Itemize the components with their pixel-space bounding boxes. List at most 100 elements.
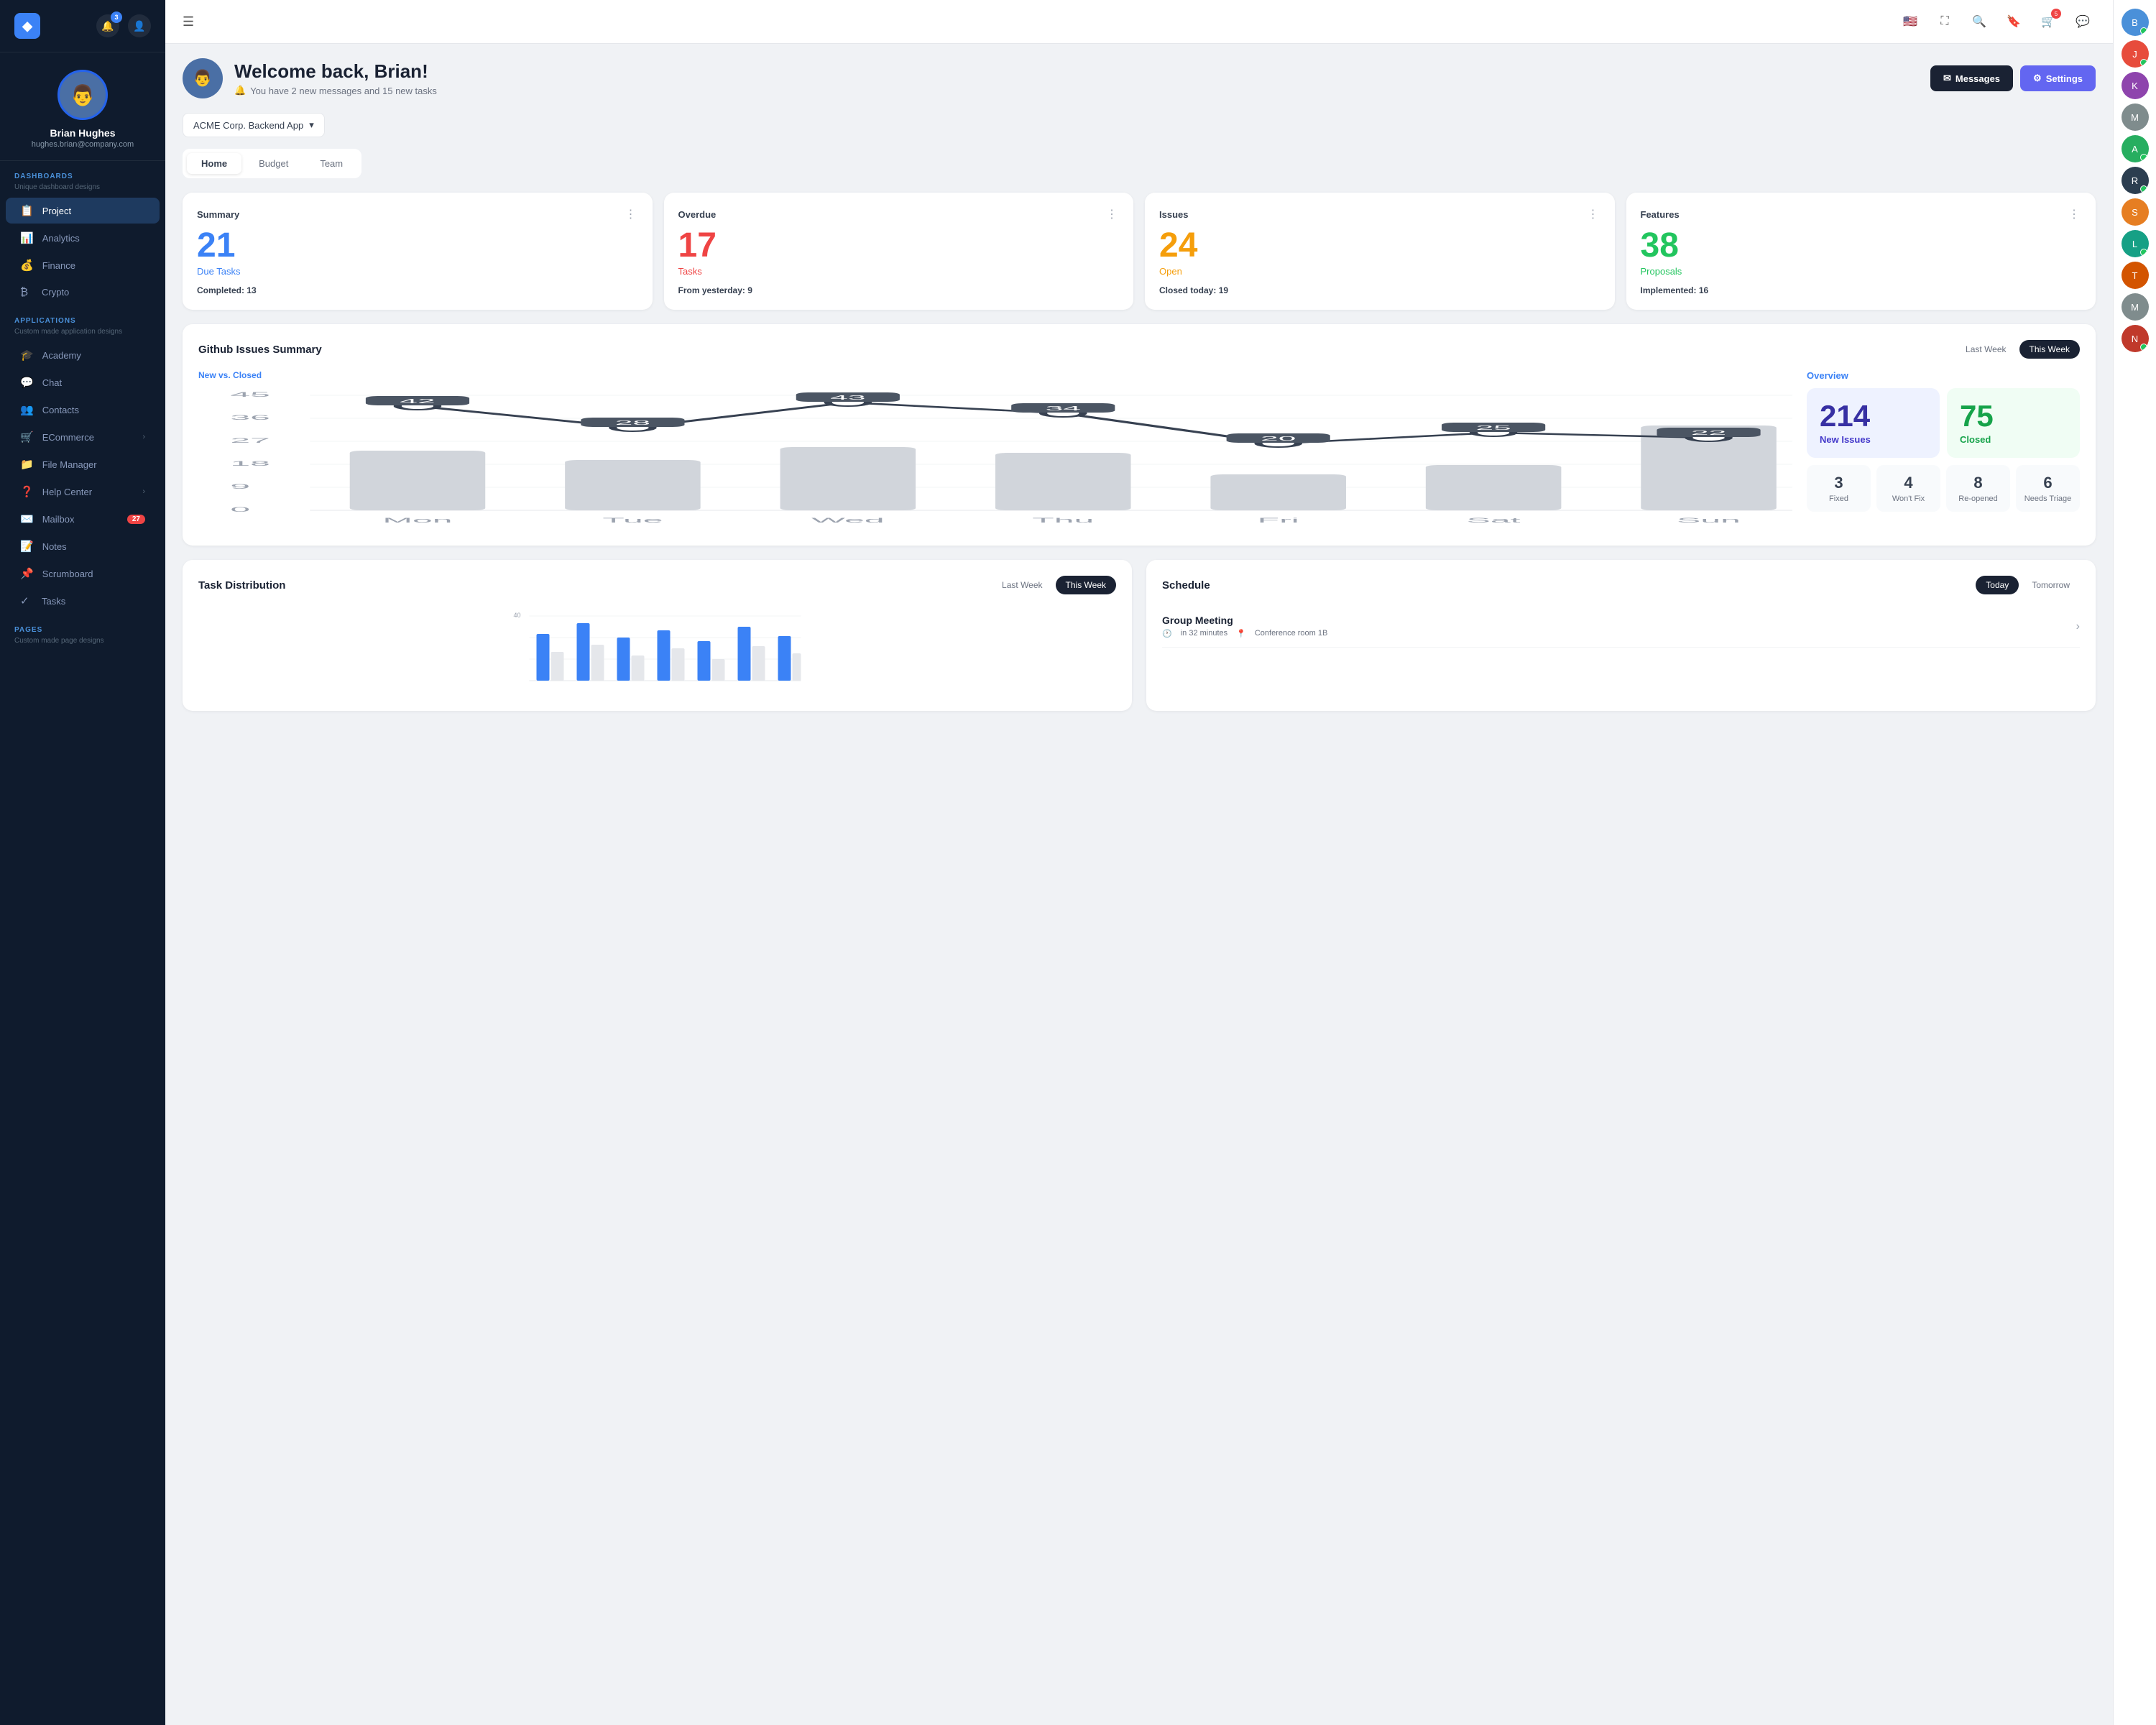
- sidebar: ◆ 🔔 3 👤 👨 Brian Hughes hughes.brian@comp…: [0, 0, 165, 1725]
- sidebar-item-help-center[interactable]: ❓ Help Center ›: [6, 479, 160, 505]
- pages-section-label: PAGES: [0, 615, 165, 637]
- github-week-toggle: Last Week This Week: [1955, 340, 2080, 359]
- stats-grid: Summary ⋮ 21 Due Tasks Completed: 13 Ove…: [183, 193, 2096, 310]
- task-this-week-btn[interactable]: This Week: [1056, 576, 1116, 594]
- stat-card-header: Overdue ⋮: [678, 207, 1120, 221]
- bookmark-icon[interactable]: 🔖: [2001, 9, 2027, 34]
- schedule-item: Group Meeting 🕐 in 32 minutes 📍 Conferen…: [1162, 606, 2080, 648]
- stat-number-summary: 21: [197, 229, 638, 263]
- chat-topbar-icon[interactable]: 💬: [2070, 9, 2096, 34]
- reopened-number: 8: [1952, 474, 2004, 492]
- sidebar-item-tasks[interactable]: ✓ Tasks: [6, 588, 160, 614]
- stat-menu-summary[interactable]: ⋮: [625, 207, 638, 221]
- notifications-badge: 3: [111, 12, 122, 23]
- task-last-week-btn[interactable]: Last Week: [992, 576, 1052, 594]
- sidebar-item-notes[interactable]: 📝 Notes: [6, 533, 160, 559]
- user-avatar: 👨: [57, 70, 108, 120]
- schedule-arrow-icon[interactable]: ›: [2076, 620, 2080, 633]
- app-logo[interactable]: ◆: [14, 13, 40, 39]
- reopened-label: Re-opened: [1952, 494, 2004, 503]
- sidebar-item-label: ECommerce: [42, 432, 94, 443]
- schedule-location: Conference room 1B: [1255, 629, 1328, 638]
- schedule-header: Schedule Today Tomorrow: [1162, 576, 2080, 594]
- right-avatar-7[interactable]: L: [2122, 230, 2149, 257]
- tab-team[interactable]: Team: [305, 153, 357, 174]
- stat-menu-features[interactable]: ⋮: [2068, 207, 2081, 221]
- right-avatar-2[interactable]: K: [2122, 72, 2149, 99]
- needs-triage-number: 6: [2022, 474, 2074, 492]
- github-last-week-btn[interactable]: Last Week: [1955, 340, 2016, 359]
- reopened-card: 8 Re-opened: [1946, 465, 2010, 512]
- main-wrapper: ☰ 🇺🇸 ⛶ 🔍 🔖 🛒 5 💬 👨 Welcome back, Brian! …: [165, 0, 2113, 1725]
- tab-home[interactable]: Home: [187, 153, 241, 174]
- sidebar-item-academy[interactable]: 🎓 Academy: [6, 342, 160, 368]
- hamburger-button[interactable]: ☰: [183, 14, 194, 29]
- stat-menu-issues[interactable]: ⋮: [1588, 207, 1600, 221]
- new-issues-number: 214: [1820, 401, 1870, 431]
- applications-section-label: APPLICATIONS: [0, 305, 165, 328]
- search-icon[interactable]: 🔍: [1966, 9, 1992, 34]
- needs-triage-label: Needs Triage: [2022, 494, 2074, 503]
- schedule-tomorrow-btn[interactable]: Tomorrow: [2022, 576, 2080, 594]
- task-bar-chart: 40: [198, 609, 1116, 695]
- sidebar-item-analytics[interactable]: 📊 Analytics: [6, 225, 160, 251]
- topbar: ☰ 🇺🇸 ⛶ 🔍 🔖 🛒 5 💬: [165, 0, 2113, 44]
- right-avatar-0[interactable]: B: [2122, 9, 2149, 36]
- sidebar-item-label: Analytics: [42, 233, 80, 244]
- right-avatar-8[interactable]: T: [2122, 262, 2149, 289]
- sidebar-item-label: Chat: [42, 377, 62, 388]
- sidebar-item-ecommerce[interactable]: 🛒 ECommerce ›: [6, 424, 160, 450]
- schedule-time: in 32 minutes: [1181, 629, 1227, 638]
- right-avatar-5[interactable]: R: [2122, 167, 2149, 194]
- sidebar-item-chat[interactable]: 💬 Chat: [6, 369, 160, 395]
- schedule-today-btn[interactable]: Today: [1976, 576, 2019, 594]
- right-avatar-6[interactable]: S: [2122, 198, 2149, 226]
- stat-footer-features: Implemented: 16: [1641, 285, 2082, 295]
- tabs-container: Home Budget Team: [183, 149, 361, 178]
- sidebar-item-label: Tasks: [42, 596, 65, 607]
- sidebar-item-label: Scrumboard: [42, 569, 93, 579]
- flag-icon[interactable]: 🇺🇸: [1897, 9, 1923, 34]
- help-center-icon: ❓: [20, 485, 34, 498]
- right-avatar-3[interactable]: M: [2122, 104, 2149, 131]
- github-this-week-btn[interactable]: This Week: [2019, 340, 2080, 359]
- right-avatar-10[interactable]: N: [2122, 325, 2149, 352]
- tab-budget[interactable]: Budget: [244, 153, 303, 174]
- sidebar-item-label: Crypto: [42, 287, 69, 298]
- right-avatar-4[interactable]: A: [2122, 135, 2149, 162]
- project-selector[interactable]: ACME Corp. Backend App ▾: [183, 113, 325, 137]
- right-avatar-1[interactable]: J: [2122, 40, 2149, 68]
- closed-number: 75: [1960, 401, 1994, 431]
- page-title: Welcome back, Brian!: [234, 60, 1919, 83]
- messages-button[interactable]: ✉ Messages: [1930, 65, 2013, 91]
- stat-number-features: 38: [1641, 229, 2082, 263]
- notifications-topbar-icon[interactable]: 🛒 5: [2035, 9, 2061, 34]
- clock-icon: 🕐: [1162, 629, 1172, 638]
- fullscreen-icon[interactable]: ⛶: [1932, 9, 1958, 34]
- sidebar-item-crypto[interactable]: ₿ Crypto: [6, 280, 160, 305]
- sidebar-item-mailbox[interactable]: ✉️ Mailbox 27: [6, 506, 160, 532]
- svg-text:34: 34: [1046, 405, 1081, 412]
- svg-text:9: 9: [230, 483, 250, 490]
- right-avatar-9[interactable]: M: [2122, 293, 2149, 321]
- task-distribution-card: Task Distribution Last Week This Week 40: [183, 560, 1132, 711]
- sidebar-item-label: Notes: [42, 541, 67, 552]
- notifications-button[interactable]: 🔔 3: [96, 14, 119, 37]
- sidebar-item-file-manager[interactable]: 📁 File Manager: [6, 451, 160, 477]
- github-chart-svg: 45 36 27 18 9 0: [198, 386, 1792, 530]
- header-text: Welcome back, Brian! 🔔 You have 2 new me…: [234, 60, 1919, 96]
- chevron-down-icon: ▾: [309, 119, 314, 131]
- profile-button[interactable]: 👤: [128, 14, 151, 37]
- sidebar-item-label: File Manager: [42, 459, 97, 470]
- sidebar-item-scrumboard[interactable]: 📌 Scrumboard: [6, 561, 160, 586]
- stat-footer-issues: Closed today: 19: [1159, 285, 1600, 295]
- stat-menu-overdue[interactable]: ⋮: [1106, 207, 1119, 221]
- sidebar-item-project[interactable]: 📋 Project: [6, 198, 160, 224]
- svg-text:27: 27: [230, 437, 270, 444]
- settings-button[interactable]: ⚙ Settings: [2020, 65, 2096, 91]
- sidebar-item-finance[interactable]: 💰 Finance: [6, 252, 160, 278]
- ecommerce-arrow: ›: [142, 433, 145, 441]
- sidebar-item-contacts[interactable]: 👥 Contacts: [6, 397, 160, 423]
- academy-icon: 🎓: [20, 349, 34, 362]
- page-header: 👨 Welcome back, Brian! 🔔 You have 2 new …: [183, 58, 2096, 98]
